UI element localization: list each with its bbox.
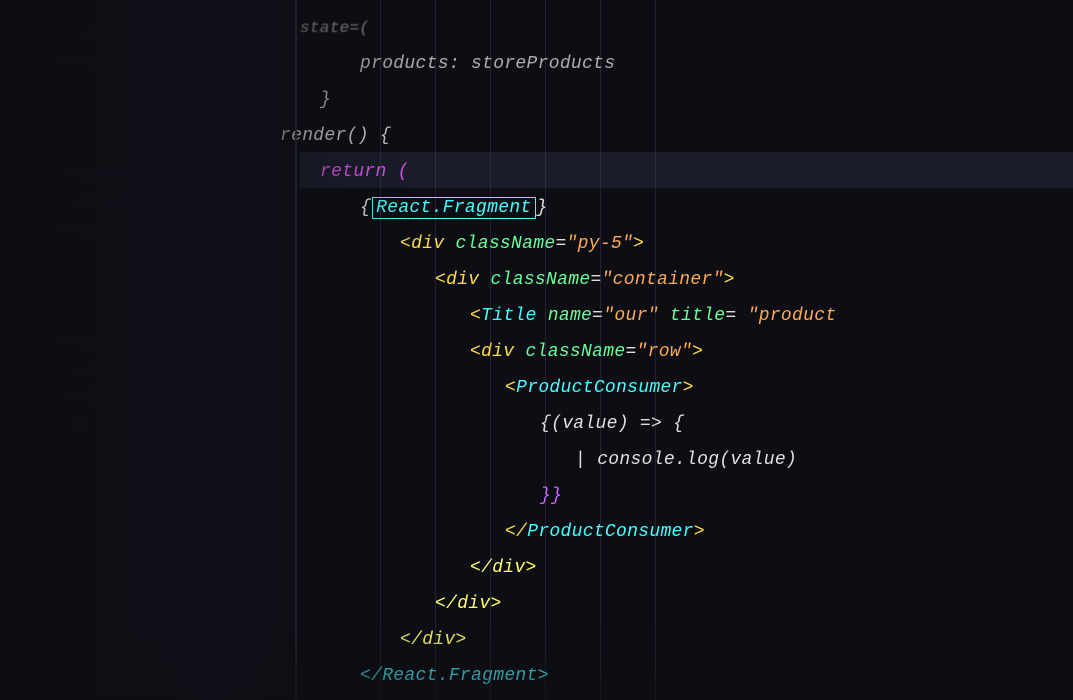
code-line-16: </div> [380,550,1073,586]
code-line-13: | console.log(value) [380,442,1073,478]
code-line-10: <div className="row"> [380,334,1073,370]
code-line-3: } [380,82,1073,118]
code-line-19: </React.Fragment> [380,658,1073,694]
code-line-14: }} [380,478,1073,514]
code-editor-screen: state = { products: detail } componentDi… [0,0,1073,700]
code-line-12: {(value) => { [380,406,1073,442]
code-content: state=( products: storeProducts } render… [0,0,1073,700]
panel-divider [295,0,297,700]
code-line-18: </div> [380,622,1073,658]
code-line-2: products: storeProducts [380,46,1073,82]
active-line-highlight [300,152,1073,188]
sidebar-blurred: state = { products: detail } componentDi… [30,20,131,496]
code-line-11: <ProductConsumer> [380,370,1073,406]
code-line-8: <div className="container"> [380,262,1073,298]
code-line-17: </div> [380,586,1073,622]
code-line-1: state=( [380,10,1073,46]
code-line-7: <div className="py-5"> [380,226,1073,262]
code-line-4: render() { [380,118,1073,154]
code-line-6: {React.Fragment} [380,190,1073,226]
code-line-9: <Title name="our" title= "product [380,298,1073,334]
code-line-15: </ProductConsumer> [380,514,1073,550]
